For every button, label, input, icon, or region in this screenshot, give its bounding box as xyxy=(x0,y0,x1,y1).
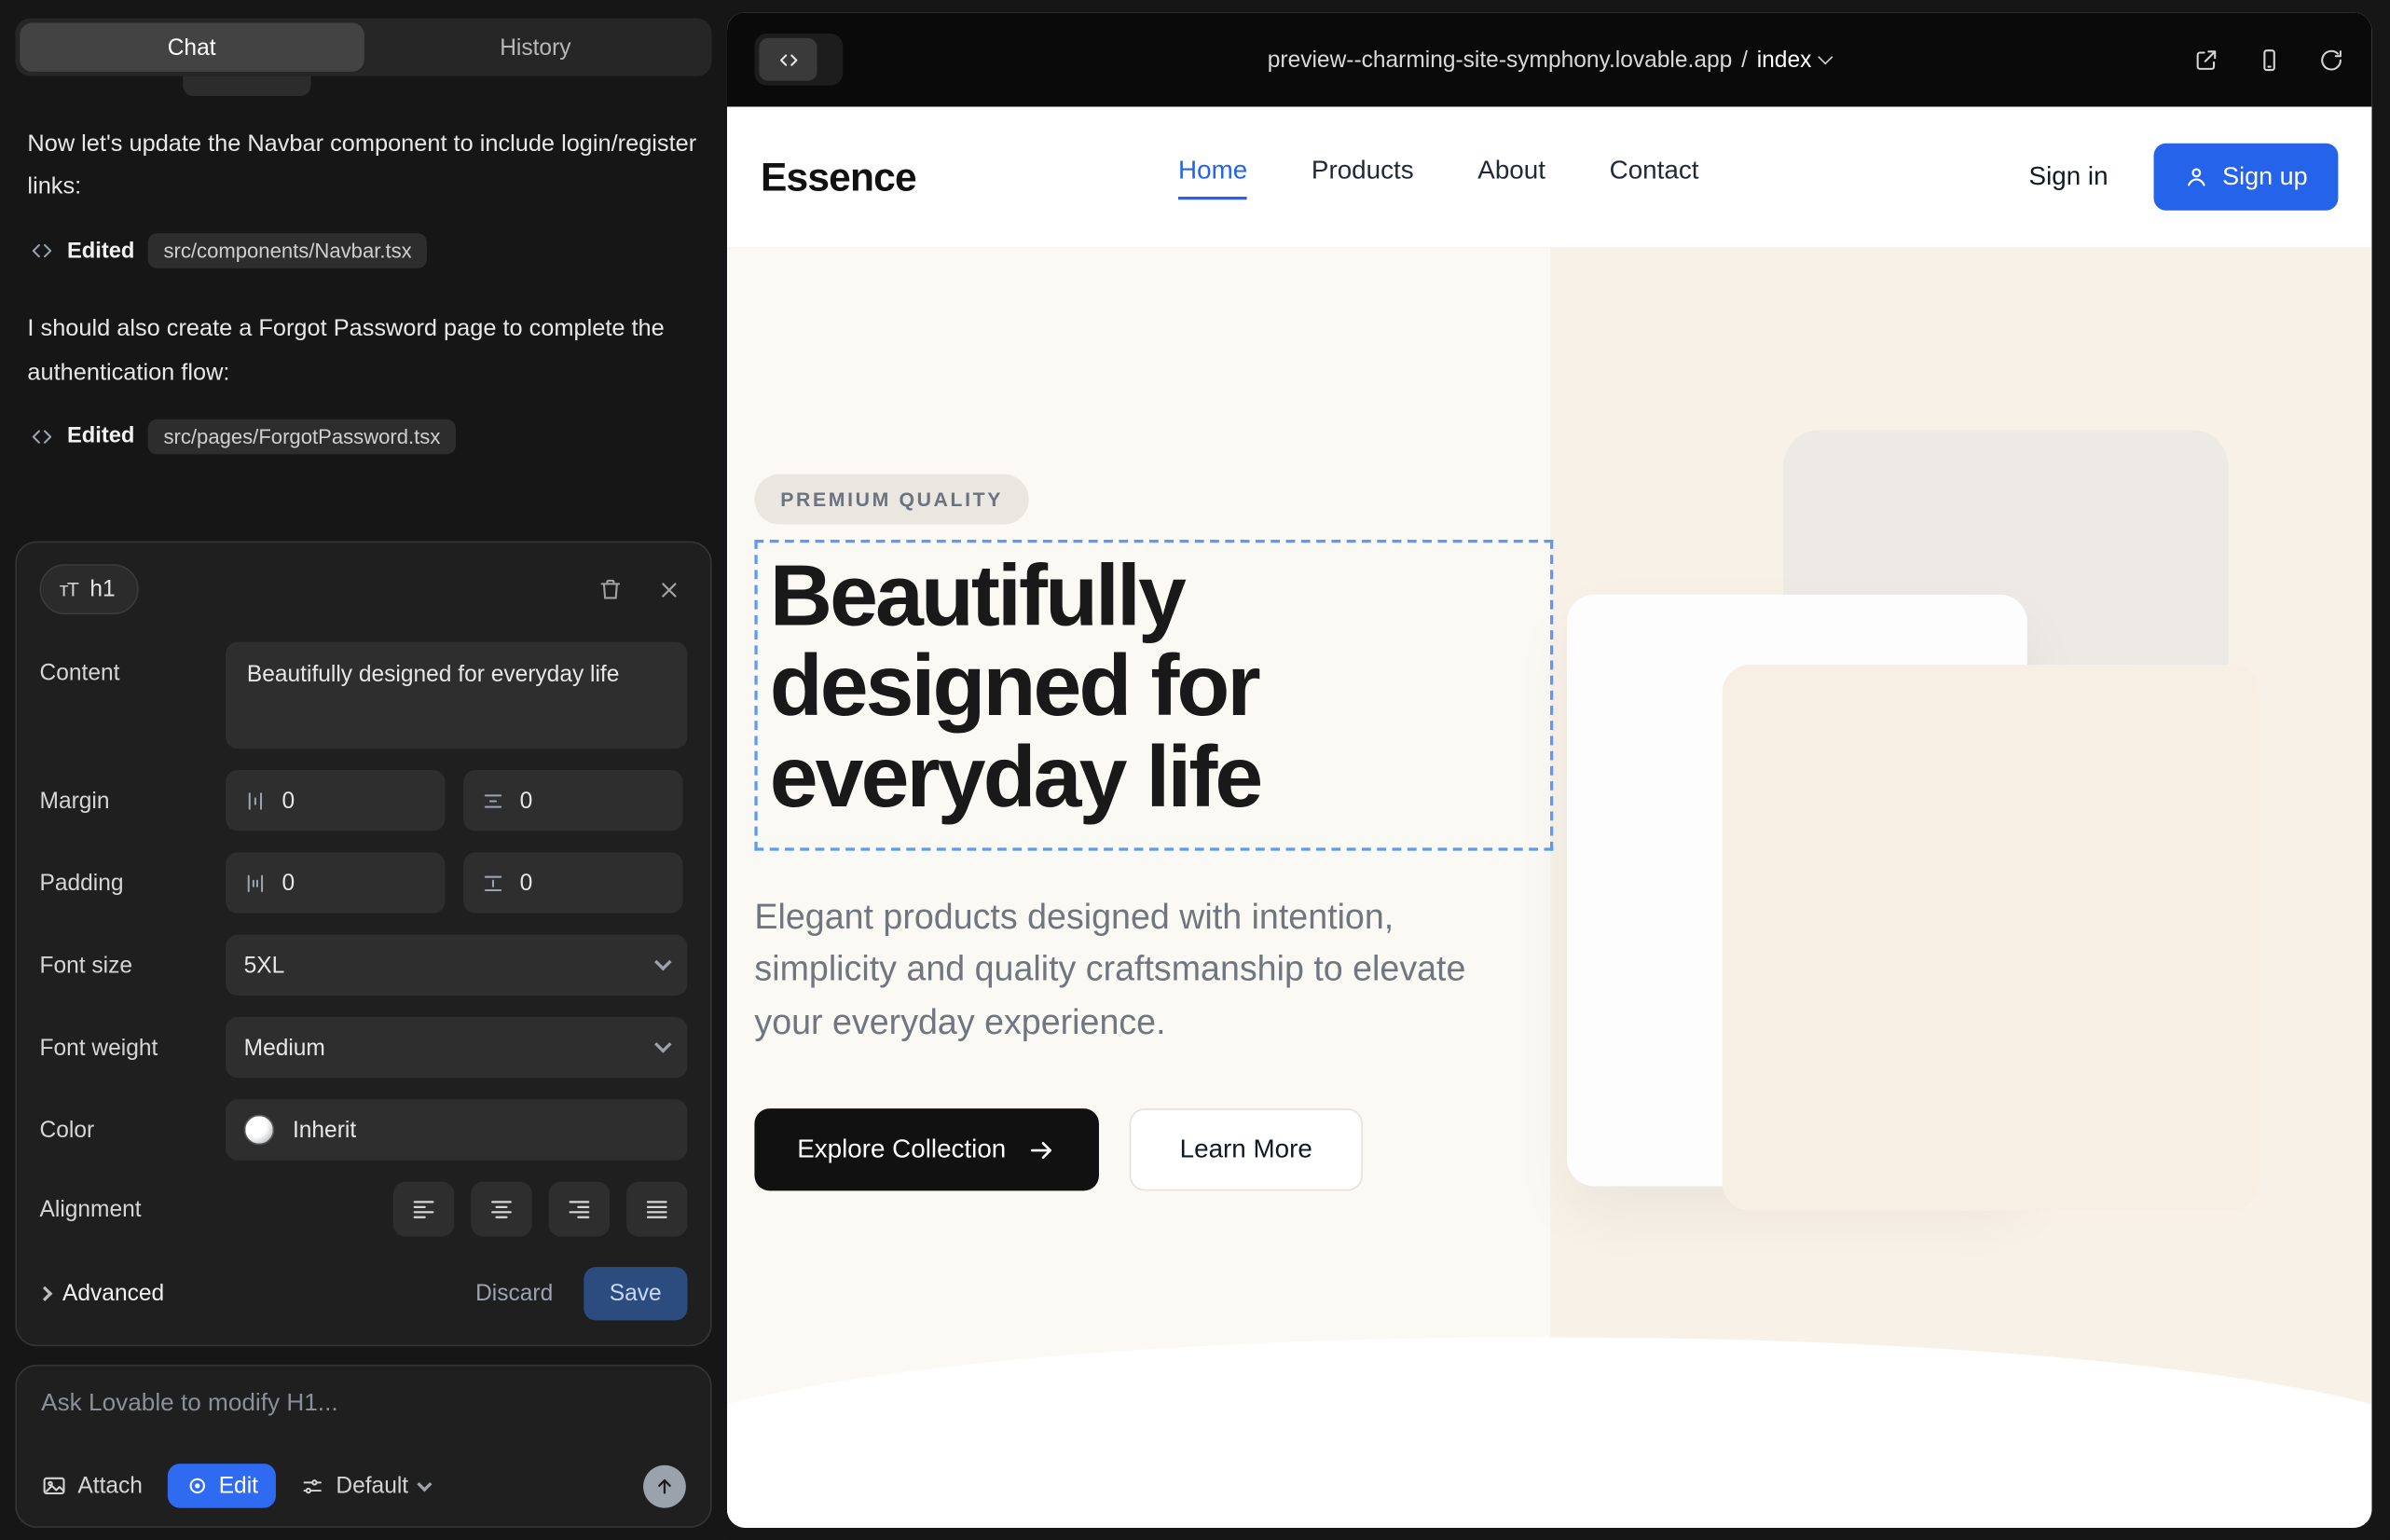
attach-button[interactable]: Attach xyxy=(41,1473,143,1499)
chat-messages[interactable]: Now let's update the Navbar component to… xyxy=(15,76,711,542)
tab-chat[interactable]: Chat xyxy=(20,23,364,72)
code-icon xyxy=(759,38,817,81)
tab-history[interactable]: History xyxy=(364,23,707,72)
edited-label: Edited xyxy=(67,240,134,264)
code-icon xyxy=(31,240,54,263)
typography-icon: тT xyxy=(60,578,77,601)
user-icon xyxy=(2184,165,2208,189)
chevron-right-icon xyxy=(37,1286,52,1301)
margin-y-input[interactable]: 0 xyxy=(463,770,682,831)
app-window: Chat History Now let's update the Navbar… xyxy=(0,0,2390,1540)
font-size-select[interactable]: 5XL xyxy=(226,935,687,996)
element-editor-panel: тT h1 Content Beautifully designed for e… xyxy=(15,542,711,1347)
color-select[interactable]: Inherit xyxy=(226,1099,687,1160)
chevron-down-icon xyxy=(1819,49,1834,64)
nav-link-about[interactable]: About xyxy=(1477,155,1545,199)
premium-badge: PREMIUM QUALITY xyxy=(754,474,1028,525)
smartphone-icon xyxy=(2256,47,2282,73)
site-preview: Essence Home Products About Contact Sign… xyxy=(727,106,2371,1527)
hero-heading[interactable]: Beautifully designed for everyday life xyxy=(770,552,1535,823)
color-swatch xyxy=(244,1115,275,1146)
chevron-down-icon xyxy=(654,1036,672,1053)
chevron-down-icon xyxy=(654,954,672,971)
learn-more-button[interactable]: Learn More xyxy=(1130,1109,1363,1191)
preview-toolbar: preview--charming-site-symphony.lovable.… xyxy=(727,12,2371,106)
hero-paragraph[interactable]: Elegant products designed with intention… xyxy=(754,890,1504,1048)
margin-x-input[interactable]: 0 xyxy=(226,770,445,831)
image-icon xyxy=(41,1473,67,1499)
arrow-up-icon xyxy=(654,1475,676,1496)
site-nav-links: Home Products About Contact xyxy=(1178,155,1698,199)
file-chip[interactable]: src/pages/ForgotPassword.tsx xyxy=(148,419,456,454)
refresh-button[interactable] xyxy=(2318,47,2344,73)
nav-link-home[interactable]: Home xyxy=(1178,155,1247,199)
padding-vertical-icon xyxy=(482,872,505,895)
padding-horizontal-icon xyxy=(244,872,268,895)
align-left-button[interactable] xyxy=(393,1182,454,1237)
decor-card-cream xyxy=(1723,665,2260,1211)
target-icon xyxy=(185,1475,209,1498)
color-label: Color xyxy=(40,1117,226,1143)
discard-button[interactable]: Discard xyxy=(475,1281,553,1307)
content-input[interactable]: Beautifully designed for everyday life xyxy=(226,642,687,749)
composer-input[interactable]: Ask Lovable to modify H1... xyxy=(41,1391,686,1418)
chat-composer: Ask Lovable to modify H1... Attach Edit … xyxy=(15,1365,711,1528)
chat-message: Now let's update the Navbar component to… xyxy=(27,123,699,209)
selected-element-pill[interactable]: тT h1 xyxy=(40,564,139,614)
explore-collection-button[interactable]: Explore Collection xyxy=(754,1109,1099,1191)
code-view-toggle[interactable] xyxy=(754,34,843,86)
hero-section: PREMIUM QUALITY Beautifully designed for… xyxy=(727,247,2371,1528)
sign-in-link[interactable]: Sign in xyxy=(2029,161,2108,192)
sign-up-button[interactable]: Sign up xyxy=(2154,144,2339,211)
code-icon xyxy=(31,425,54,448)
selected-h1-outline[interactable]: Beautifully designed for everyday life xyxy=(754,540,1553,850)
section-curve xyxy=(727,1337,2371,1527)
file-chip[interactable]: src/components/Navbar.tsx xyxy=(148,234,427,269)
chat-panel: Chat History Now let's update the Navbar… xyxy=(0,0,727,1540)
arrow-right-icon xyxy=(1027,1135,1056,1164)
send-button[interactable] xyxy=(643,1464,686,1507)
edited-file-row: Edited src/components/Navbar.tsx xyxy=(31,234,700,269)
save-button[interactable]: Save xyxy=(584,1267,688,1320)
clipped-chip xyxy=(183,76,310,96)
site-navbar: Essence Home Products About Contact Sign… xyxy=(727,106,2371,246)
preview-pane: preview--charming-site-symphony.lovable.… xyxy=(727,12,2371,1528)
chevron-down-icon xyxy=(417,1476,432,1491)
margin-vertical-icon xyxy=(482,789,505,812)
font-size-label: Font size xyxy=(40,952,226,978)
content-label: Content xyxy=(40,642,226,686)
nav-link-contact[interactable]: Contact xyxy=(1610,155,1699,199)
advanced-toggle[interactable]: Advanced xyxy=(40,1281,165,1307)
mobile-view-button[interactable] xyxy=(2256,47,2282,73)
refresh-icon xyxy=(2318,47,2344,73)
align-right-button[interactable] xyxy=(549,1182,610,1237)
align-center-button[interactable] xyxy=(471,1182,531,1237)
default-model-button[interactable]: Default xyxy=(301,1473,430,1499)
panel-tabs: Chat History xyxy=(15,19,711,76)
nav-link-products[interactable]: Products xyxy=(1312,155,1414,199)
external-link-icon xyxy=(2193,47,2219,73)
preview-page: index xyxy=(1757,47,1812,73)
alignment-label: Alignment xyxy=(40,1196,226,1222)
chat-message: I should also create a Forgot Password p… xyxy=(27,309,699,394)
preview-url[interactable]: preview--charming-site-symphony.lovable.… xyxy=(1268,47,1832,73)
margin-horizontal-icon xyxy=(244,789,268,812)
sliders-icon xyxy=(301,1474,325,1498)
font-weight-select[interactable]: Medium xyxy=(226,1017,687,1078)
site-logo[interactable]: Essence xyxy=(761,153,916,200)
preview-domain: preview--charming-site-symphony.lovable.… xyxy=(1268,47,1733,73)
close-icon[interactable] xyxy=(651,571,687,608)
padding-y-input[interactable]: 0 xyxy=(463,852,682,913)
align-justify-button[interactable] xyxy=(626,1182,687,1237)
margin-label: Margin xyxy=(40,788,226,814)
padding-x-input[interactable]: 0 xyxy=(226,852,445,913)
edit-mode-button[interactable]: Edit xyxy=(167,1464,277,1507)
font-weight-label: Font weight xyxy=(40,1035,226,1061)
edited-file-row: Edited src/pages/ForgotPassword.tsx xyxy=(31,419,700,454)
padding-label: Padding xyxy=(40,870,226,896)
open-external-button[interactable] xyxy=(2193,47,2219,73)
edited-label: Edited xyxy=(67,424,134,448)
delete-element-button[interactable] xyxy=(591,571,629,609)
selected-tag-label: h1 xyxy=(89,576,115,602)
